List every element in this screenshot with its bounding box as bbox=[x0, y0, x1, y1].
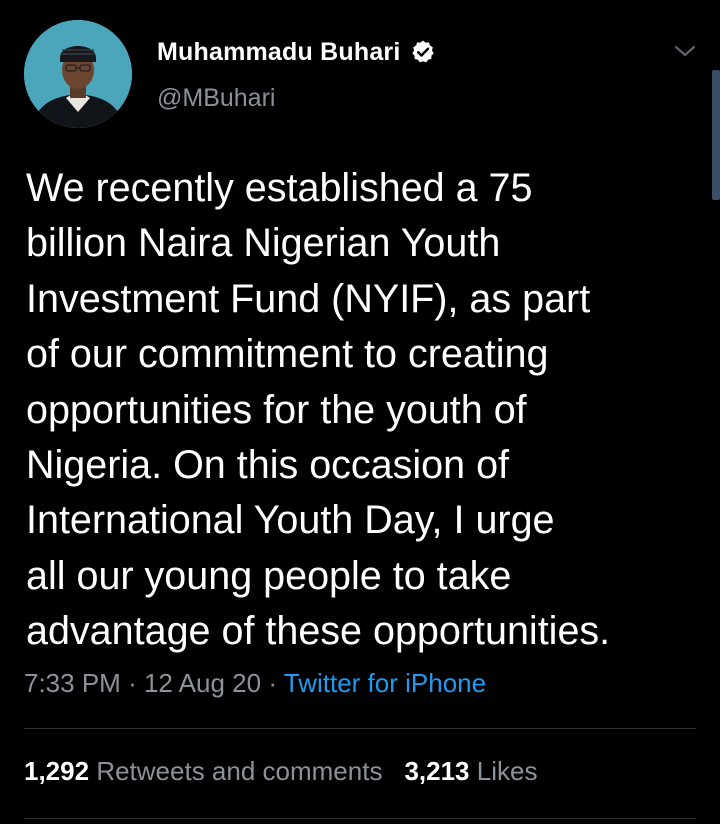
tweet-source-link[interactable]: Twitter for iPhone bbox=[284, 668, 486, 698]
tweet-text: We recently established a 75 billion Nai… bbox=[26, 161, 706, 660]
scrollbar[interactable] bbox=[712, 70, 720, 200]
retweets-count: 1,292 bbox=[24, 756, 90, 786]
tweet-text-line: Investment Fund (NYIF), as part bbox=[26, 276, 591, 321]
tweet-time: 7:33 PM bbox=[24, 668, 121, 698]
avatar[interactable] bbox=[24, 20, 132, 128]
tweet-text-line: We recently established a 75 bbox=[26, 166, 533, 210]
meta-separator: · bbox=[268, 668, 277, 698]
retweets-label: Retweets and comments bbox=[96, 756, 383, 786]
tweet-stats: 1,292 Retweets and comments 3,213 Likes bbox=[24, 756, 537, 787]
tweet-text-line: International Youth Day, I urge bbox=[26, 498, 555, 543]
avatar-image bbox=[24, 20, 132, 128]
tweet-text-line: billion Naira Nigerian Youth bbox=[26, 221, 501, 266]
likes-label: Likes bbox=[476, 756, 538, 786]
tweet-text-line: Nigeria. On this occasion of bbox=[26, 443, 510, 488]
likes-stat[interactable]: 3,213 Likes bbox=[404, 756, 537, 786]
chevron-down-icon[interactable] bbox=[673, 42, 697, 60]
tweet-text-line: advantage of these opportunities. bbox=[26, 609, 611, 654]
verified-badge-icon bbox=[410, 39, 436, 65]
author-name[interactable]: Muhammadu Buhari bbox=[157, 38, 401, 67]
meta-separator: · bbox=[128, 668, 137, 698]
tweet-text-line: all our young people to take bbox=[26, 553, 512, 598]
author-name-row[interactable]: Muhammadu Buhari bbox=[157, 34, 436, 70]
tweet-detail: Muhammadu Buhari @MBuhari We recently es… bbox=[0, 0, 720, 824]
tweet-text-line: opportunities for the youth of bbox=[26, 387, 527, 432]
divider bbox=[24, 818, 696, 819]
tweet-date: 12 Aug 20 bbox=[143, 668, 262, 698]
tweet-meta: 7:33 PM · 12 Aug 20 · Twitter for iPhone bbox=[24, 668, 486, 699]
retweets-stat[interactable]: 1,292 Retweets and comments bbox=[24, 756, 382, 786]
tweet-text-line: of our commitment to creating bbox=[26, 332, 549, 377]
likes-count: 3,213 bbox=[404, 756, 470, 786]
author-handle[interactable]: @MBuhari bbox=[157, 84, 275, 113]
divider bbox=[24, 728, 696, 729]
